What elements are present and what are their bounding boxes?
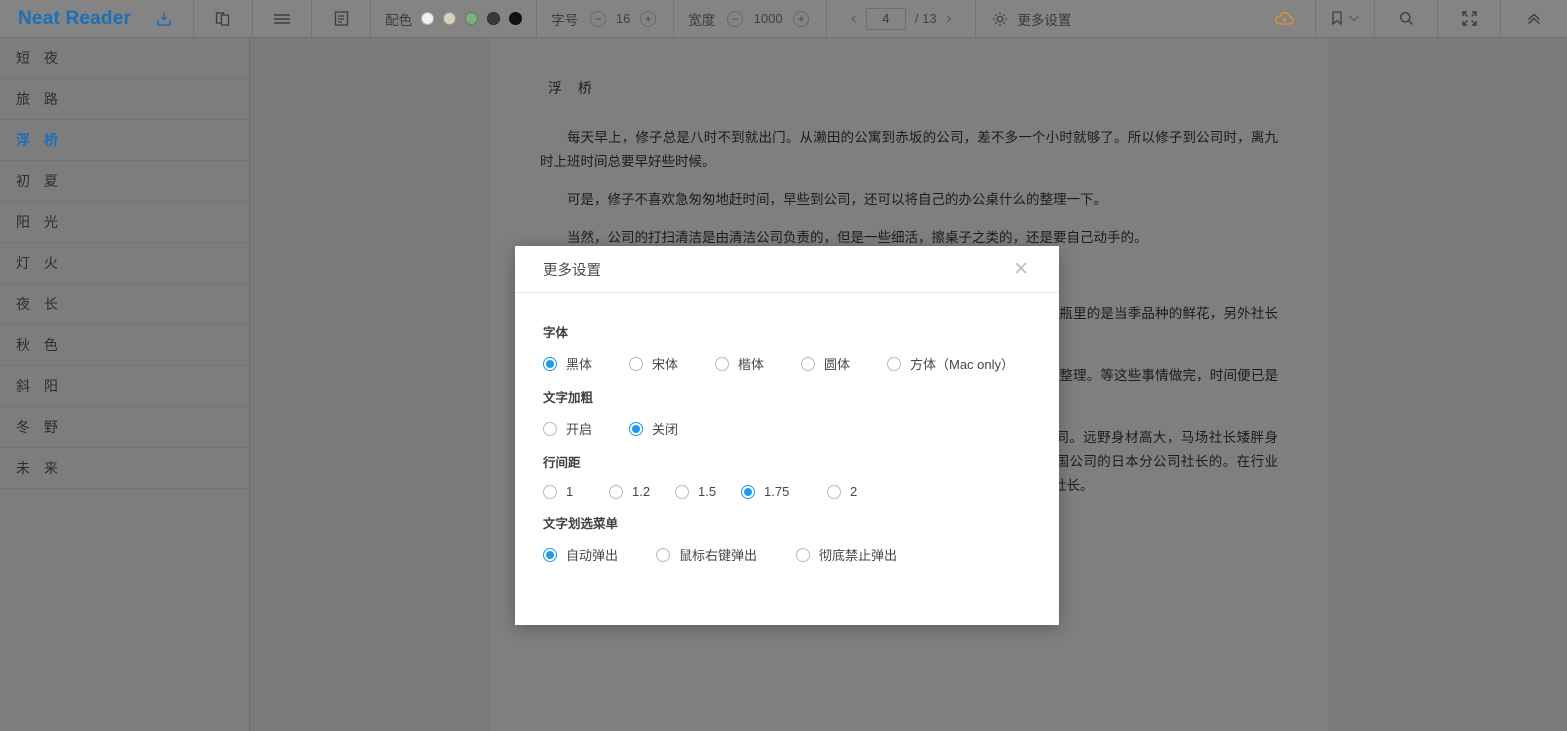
radio-label: 圆体 <box>824 357 851 372</box>
line-spacing-radio-group: 1 1.2 1.5 1.75 2 <box>543 484 1031 499</box>
radio-spacing-1-2[interactable]: 1.2 <box>609 484 675 499</box>
radio-font-songti[interactable]: 宋体 <box>629 354 715 373</box>
radio-spacing-2[interactable]: 2 <box>827 484 893 499</box>
radio-dot-icon <box>629 356 643 371</box>
dialog-title: 更多设置 <box>543 262 601 279</box>
radio-label: 楷体 <box>738 357 765 372</box>
radio-label: 开启 <box>566 422 593 437</box>
radio-label: 鼠标右键弹出 <box>679 548 758 563</box>
radio-label: 宋体 <box>652 357 679 372</box>
radio-label: 1 <box>566 484 574 499</box>
dialog-body: 字体 黑体 宋体 楷体 圆体 方体（Mac only） 文字加粗 开启 关闭 行… <box>515 293 1059 600</box>
radio-dot-icon <box>609 484 623 499</box>
section-text-bold: 文字加粗 开启 关闭 <box>543 387 1031 438</box>
radio-label: 1.2 <box>632 484 651 499</box>
radio-label: 自动弹出 <box>566 548 619 563</box>
radio-dot-icon <box>543 356 557 371</box>
radio-label: 黑体 <box>566 357 593 372</box>
radio-font-kaiti[interactable]: 楷体 <box>715 354 801 373</box>
radio-spacing-1-5[interactable]: 1.5 <box>675 484 741 499</box>
radio-label: 彻底禁止弹出 <box>819 548 898 563</box>
dialog-header: 更多设置 ✕ <box>515 246 1059 293</box>
radio-label: 方体（Mac only） <box>910 357 1015 372</box>
radio-menu-auto[interactable]: 自动弹出 <box>543 545 656 564</box>
radio-font-yuanti[interactable]: 圆体 <box>801 354 887 373</box>
radio-spacing-1[interactable]: 1 <box>543 484 609 499</box>
neat-reader-app: Neat Reader 配色 字号 − 16 + 宽度 − 1000 + ‹ 4… <box>0 0 1567 731</box>
radio-font-fangti[interactable]: 方体（Mac only） <box>887 354 1014 373</box>
radio-dot-icon <box>543 547 557 562</box>
radio-dot-icon <box>543 421 557 436</box>
radio-bold-off[interactable]: 关闭 <box>629 419 715 438</box>
radio-dot-icon <box>543 484 557 499</box>
section-font-family-label: 字体 <box>543 326 569 340</box>
radio-label: 2 <box>850 484 858 499</box>
radio-label: 关闭 <box>652 422 679 437</box>
radio-menu-disabled[interactable]: 彻底禁止弹出 <box>796 545 897 564</box>
radio-dot-icon <box>801 356 815 371</box>
radio-dot-icon <box>796 547 810 562</box>
selection-menu-radio-group: 自动弹出 鼠标右键弹出 彻底禁止弹出 <box>543 545 1031 564</box>
radio-dot-icon <box>887 356 901 371</box>
radio-dot-icon <box>715 356 729 371</box>
section-line-spacing: 行间距 1 1.2 1.5 1.75 2 <box>543 452 1031 499</box>
section-selection-menu-label: 文字划选菜单 <box>543 517 619 531</box>
radio-dot-icon <box>741 484 755 499</box>
radio-bold-on[interactable]: 开启 <box>543 419 629 438</box>
more-settings-dialog: 更多设置 ✕ 字体 黑体 宋体 楷体 圆体 方体（Mac only） 文字加粗 … <box>515 246 1059 625</box>
radio-dot-icon <box>675 484 689 499</box>
modal-overlay[interactable]: 更多设置 ✕ 字体 黑体 宋体 楷体 圆体 方体（Mac only） 文字加粗 … <box>0 0 1567 731</box>
radio-dot-icon <box>656 547 670 562</box>
radio-label: 1.75 <box>764 484 790 499</box>
section-font-family: 字体 黑体 宋体 楷体 圆体 方体（Mac only） <box>543 322 1031 373</box>
radio-spacing-1-75[interactable]: 1.75 <box>741 484 827 499</box>
close-x-icon[interactable]: ✕ <box>1009 258 1033 281</box>
font-family-radio-group: 黑体 宋体 楷体 圆体 方体（Mac only） <box>543 354 1031 373</box>
section-selection-menu: 文字划选菜单 自动弹出 鼠标右键弹出 彻底禁止弹出 <box>543 513 1031 564</box>
section-line-spacing-label: 行间距 <box>543 456 581 470</box>
section-text-bold-label: 文字加粗 <box>543 391 594 405</box>
radio-font-heiti[interactable]: 黑体 <box>543 354 629 373</box>
radio-label: 1.5 <box>698 484 717 499</box>
radio-dot-icon <box>629 421 643 436</box>
radio-dot-icon <box>827 484 841 499</box>
radio-menu-rightclick[interactable]: 鼠标右键弹出 <box>656 545 796 564</box>
text-bold-radio-group: 开启 关闭 <box>543 419 1031 438</box>
